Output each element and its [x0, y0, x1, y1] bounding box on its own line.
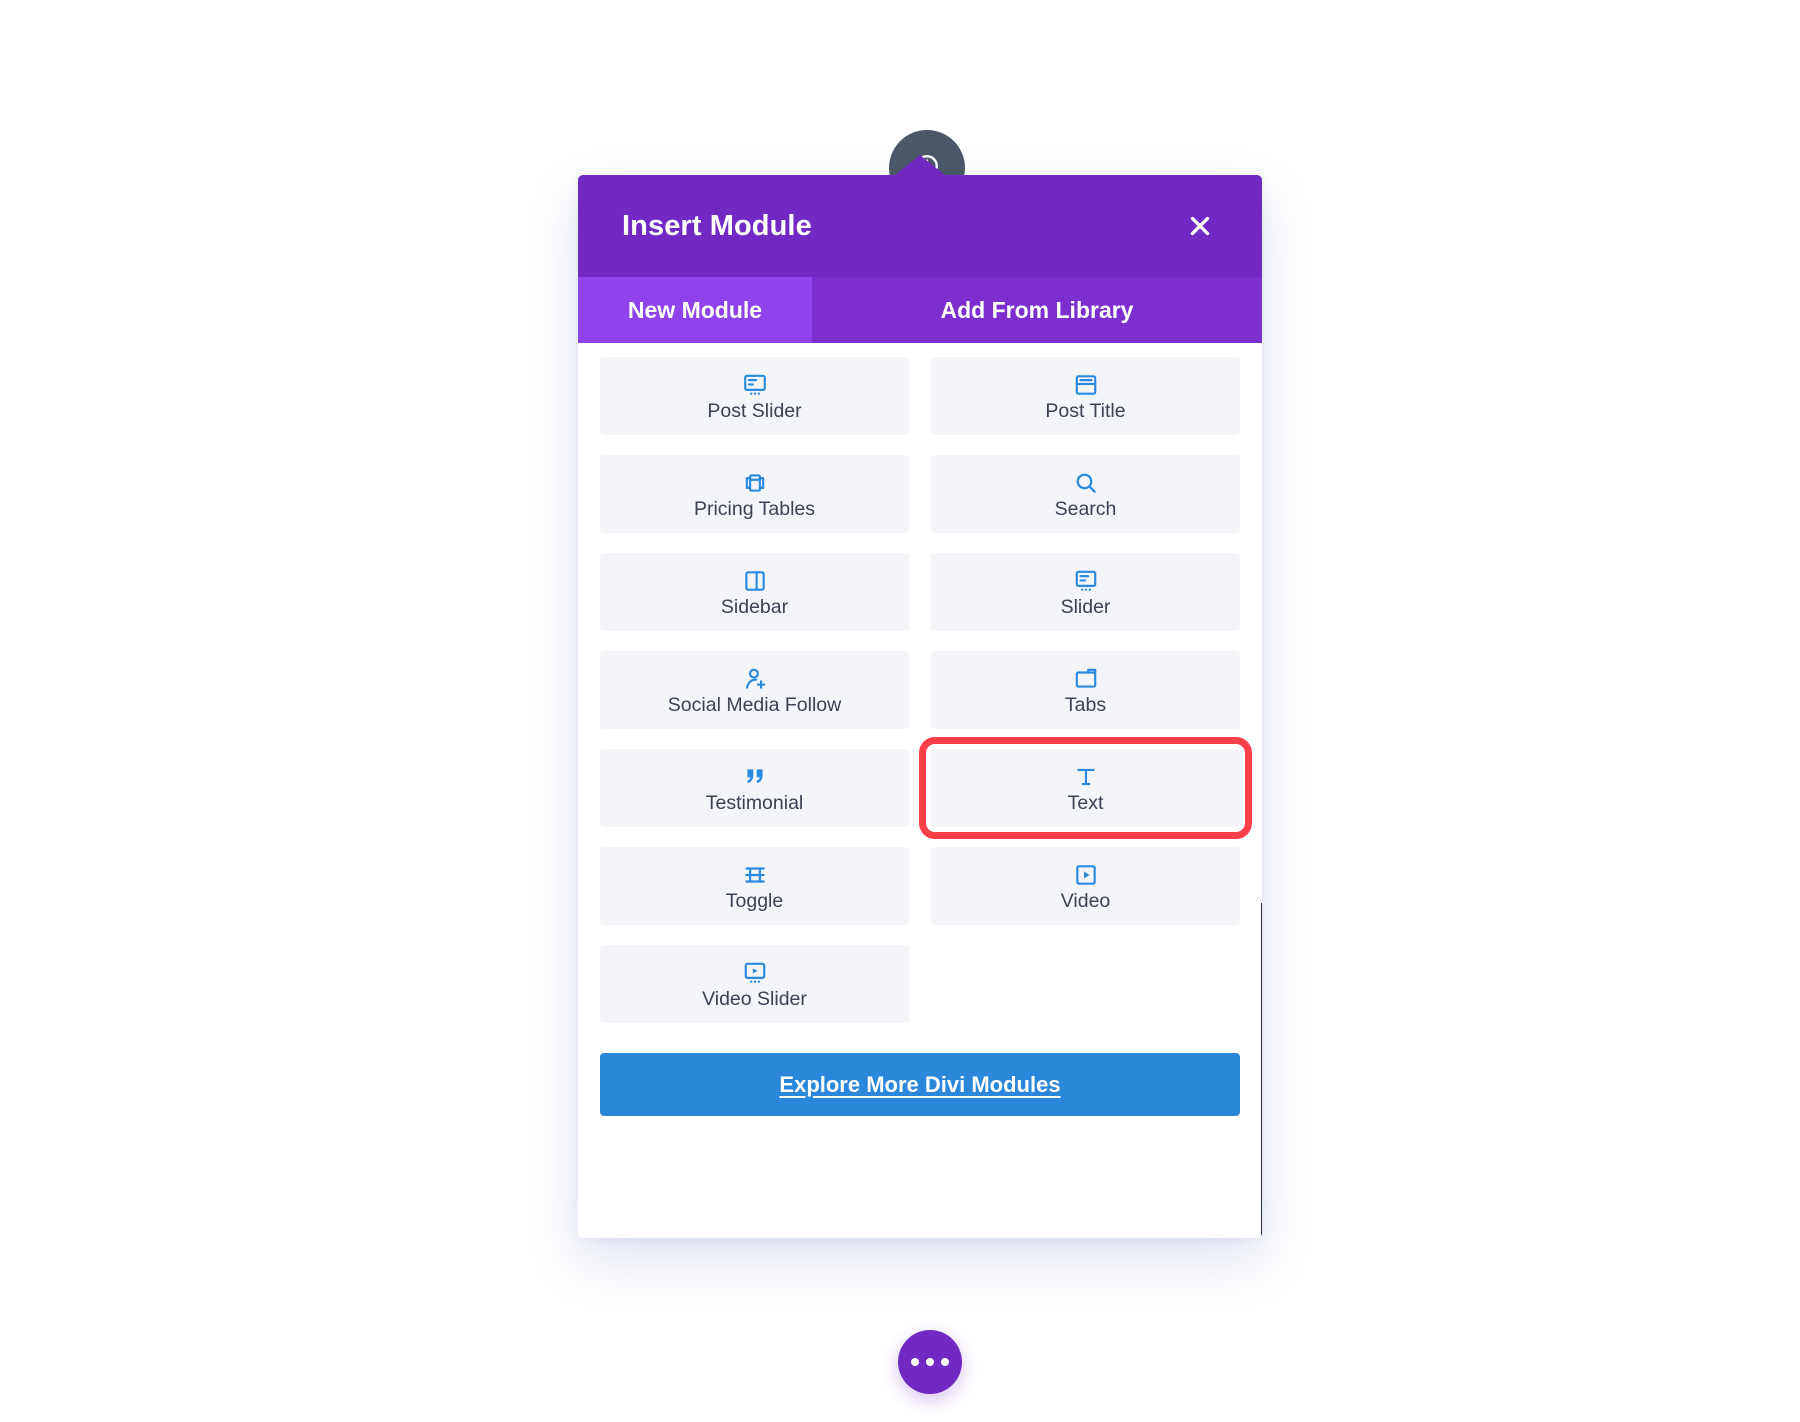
- video-slider-icon: [742, 958, 768, 988]
- module-card-post-slider[interactable]: Post Slider: [600, 357, 909, 435]
- module-card-tabs[interactable]: Tabs: [931, 651, 1240, 729]
- module-label: Video: [1060, 890, 1111, 913]
- search-icon: [1073, 468, 1099, 498]
- pricing-tables-icon: [742, 468, 768, 498]
- module-label: Search: [1054, 498, 1117, 521]
- module-label: Sidebar: [720, 596, 789, 619]
- quote-icon: [742, 762, 768, 792]
- page-root: Insert Module New Module Add From Librar…: [0, 0, 1800, 1422]
- module-card-testimonial[interactable]: Testimonial: [600, 749, 909, 827]
- modal-pointer: [894, 155, 946, 176]
- modal-scrollbar-thumb[interactable]: [1261, 903, 1262, 1238]
- tab-add-from-library-label: Add From Library: [940, 296, 1134, 323]
- module-card-social-media-follow[interactable]: Social Media Follow: [600, 651, 909, 729]
- explore-more-divi-modules-label: Explore More Divi Modules: [779, 1071, 1061, 1097]
- module-card-post-title[interactable]: Post Title: [931, 357, 1240, 435]
- module-label: Slider: [1060, 596, 1111, 619]
- module-label: Post Slider: [707, 400, 802, 423]
- modal-header: Insert Module: [578, 175, 1262, 277]
- module-label: Testimonial: [705, 792, 804, 815]
- module-label: Pricing Tables: [693, 498, 816, 521]
- module-label: Social Media Follow: [667, 694, 842, 717]
- module-card-sidebar[interactable]: Sidebar: [600, 553, 909, 631]
- social-media-follow-icon: [742, 664, 768, 694]
- tab-new-module-label: New Module: [627, 296, 763, 323]
- video-icon: [1073, 860, 1099, 890]
- module-label: Video Slider: [702, 988, 807, 1011]
- module-card-text[interactable]: Text: [919, 737, 1252, 839]
- module-card-search[interactable]: Search: [931, 455, 1240, 533]
- tab-new-module[interactable]: New Module: [578, 277, 812, 343]
- module-label: Text: [1067, 792, 1104, 815]
- modal-scrollbar[interactable]: [1261, 903, 1262, 1238]
- toggle-icon: [742, 860, 768, 890]
- explore-more-divi-modules-button[interactable]: Explore More Divi Modules: [600, 1053, 1240, 1116]
- ellipsis-icon-dot-3: [941, 1358, 949, 1366]
- tabs-icon: [1073, 664, 1099, 694]
- close-button[interactable]: [1183, 209, 1217, 243]
- modal-tabs: New Module Add From Library: [578, 277, 1262, 343]
- module-list-scroll-area: Post Slider Post Title Pricing Tables Se…: [578, 343, 1262, 1238]
- ellipsis-icon-dot-2: [926, 1358, 934, 1366]
- module-card-slider[interactable]: Slider: [931, 553, 1240, 631]
- module-card-pricing-tables[interactable]: Pricing Tables: [600, 455, 909, 533]
- tab-add-from-library[interactable]: Add From Library: [812, 277, 1262, 343]
- module-card-video[interactable]: Video: [931, 847, 1240, 925]
- module-label: Post Title: [1045, 400, 1126, 423]
- post-slider-icon: [742, 370, 768, 400]
- page-title: Insert Module: [622, 209, 812, 242]
- sidebar-icon: [742, 566, 768, 596]
- slider-icon: [1073, 566, 1099, 596]
- ellipsis-icon-dot-1: [911, 1358, 919, 1366]
- module-card-video-slider[interactable]: Video Slider: [600, 945, 909, 1023]
- module-grid: Post Slider Post Title Pricing Tables Se…: [600, 351, 1252, 1023]
- insert-module-modal: Insert Module New Module Add From Librar…: [578, 155, 1262, 1238]
- module-card-toggle[interactable]: Toggle: [600, 847, 909, 925]
- close-icon: [1187, 213, 1213, 239]
- text-t-icon: [1073, 762, 1099, 792]
- page-settings-fab[interactable]: [898, 1330, 962, 1394]
- module-label: Tabs: [1064, 694, 1107, 717]
- module-label: Toggle: [725, 890, 784, 913]
- post-title-icon: [1073, 370, 1099, 400]
